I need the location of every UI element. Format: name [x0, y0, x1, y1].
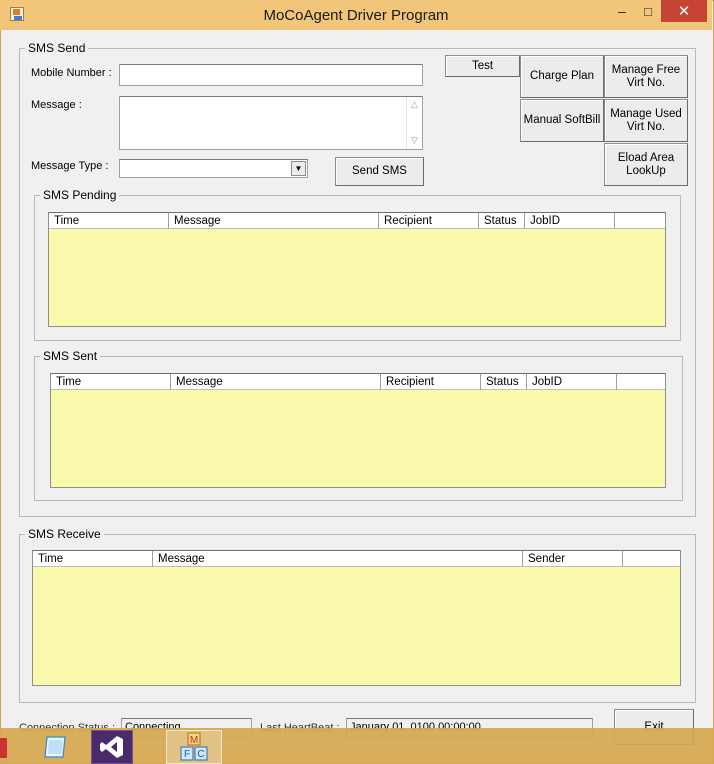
test-button[interactable]: Test [445, 55, 520, 77]
column-header-message[interactable]: Message [153, 551, 523, 567]
column-header-jobid[interactable]: JobID [527, 374, 617, 390]
maximize-button[interactable]: □ [633, 0, 663, 22]
mfc-app-icon[interactable]: M F C [166, 730, 222, 764]
column-header-time[interactable]: Time [33, 551, 153, 567]
message-textarea[interactable]: △ ▽ [119, 96, 423, 150]
charge-plan-button[interactable]: Charge Plan [520, 55, 604, 98]
sms-pending-header: Time Message Recipient Status JobID [49, 213, 665, 229]
column-header-status[interactable]: Status [479, 213, 525, 229]
column-header-message[interactable]: Message [171, 374, 381, 390]
message-scrollbar[interactable]: △ ▽ [406, 97, 422, 149]
column-header-message[interactable]: Message [169, 213, 379, 229]
column-header-time[interactable]: Time [49, 213, 169, 229]
close-button[interactable]: ✕ [661, 0, 707, 22]
sms-sent-legend: SMS Sent [40, 349, 101, 363]
visual-studio-icon[interactable] [91, 730, 133, 764]
sms-pending-list[interactable]: Time Message Recipient Status JobID [48, 212, 666, 327]
mobile-number-label: Mobile Number : [31, 67, 112, 79]
message-label: Message : [31, 99, 82, 111]
column-header-time[interactable]: Time [51, 374, 171, 390]
column-header-recipient[interactable]: Recipient [381, 374, 481, 390]
sms-receive-legend: SMS Receive [25, 527, 104, 541]
svg-text:M: M [190, 735, 198, 746]
svg-text:F: F [184, 749, 190, 760]
sms-sent-header: Time Message Recipient Status JobID [51, 374, 665, 390]
sms-sent-list[interactable]: Time Message Recipient Status JobID [50, 373, 666, 488]
eload-area-lookup-button[interactable]: Eload Area LookUp [604, 143, 688, 186]
scroll-down-icon[interactable]: ▽ [411, 135, 418, 146]
mobile-number-input[interactable] [119, 64, 423, 86]
notepad-icon[interactable] [34, 730, 76, 764]
column-header-status[interactable]: Status [481, 374, 527, 390]
dropdown-arrow-icon[interactable]: ▼ [291, 161, 306, 176]
column-header-filler [623, 551, 680, 567]
message-type-label: Message Type : [31, 160, 109, 172]
sms-send-legend: SMS Send [25, 41, 89, 55]
column-header-jobid[interactable]: JobID [525, 213, 615, 229]
taskbar-edge-icon[interactable] [0, 738, 7, 758]
manual-softbill-button[interactable]: Manual SoftBill [520, 99, 604, 142]
message-type-select[interactable]: ▼ [119, 159, 308, 178]
scroll-up-icon[interactable]: △ [411, 99, 418, 110]
column-header-filler [617, 374, 665, 390]
column-header-recipient[interactable]: Recipient [379, 213, 479, 229]
column-header-sender[interactable]: Sender [523, 551, 623, 567]
send-sms-button[interactable]: Send SMS [335, 157, 424, 186]
sms-pending-legend: SMS Pending [40, 188, 120, 202]
column-header-filler [615, 213, 665, 229]
svg-text:C: C [197, 749, 204, 760]
manage-used-virt-button[interactable]: Manage Used Virt No. [604, 99, 688, 142]
sms-receive-header: Time Message Sender [33, 551, 680, 567]
sms-receive-list[interactable]: Time Message Sender [32, 550, 681, 686]
manage-free-virt-button[interactable]: Manage Free Virt No. [604, 55, 688, 98]
